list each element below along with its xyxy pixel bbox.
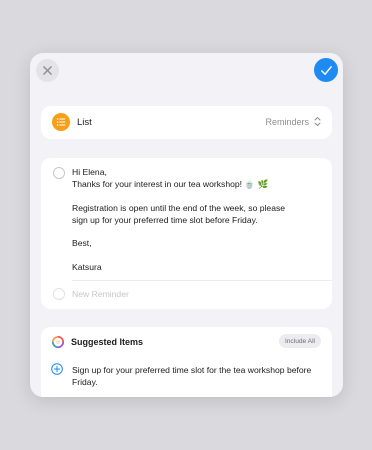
reminder-line	[72, 226, 320, 238]
checkmark-icon	[320, 65, 332, 75]
list-bullet-icon	[52, 113, 70, 131]
reminder-text-field[interactable]: Hi Elena, Thanks for your interest in ou…	[72, 167, 320, 274]
reminder-line: Thanks for your interest in our tea work…	[72, 178, 269, 189]
reminder-line: Best,	[72, 238, 92, 249]
list-value[interactable]: Reminders	[265, 117, 309, 127]
close-icon	[43, 66, 52, 75]
include-all-button[interactable]: Include All	[278, 334, 321, 348]
reminder-line: Katsura	[72, 262, 102, 273]
suggested-items-card: Suggested Items Include All Sign up for …	[41, 327, 332, 397]
suggestion-sparkle-icon	[52, 336, 64, 348]
new-reminder-sheet: List Reminders Hi Elena, Thanks for your…	[30, 53, 343, 397]
suggested-items-title: Suggested Items	[71, 337, 144, 347]
new-reminder-checkbox	[53, 288, 65, 300]
suggested-item-text: Sign up for your preferred time slot for…	[72, 365, 312, 387]
reminder-line: Hi Elena,	[72, 167, 107, 177]
add-suggestion-icon[interactable]	[51, 363, 63, 375]
done-button[interactable]	[314, 58, 338, 82]
reminder-line	[72, 250, 320, 262]
list-label: List	[77, 117, 92, 128]
divider	[72, 280, 332, 281]
reminder-line	[72, 191, 320, 203]
new-reminder-input[interactable]: New Reminder	[72, 289, 129, 299]
close-button[interactable]	[36, 59, 59, 82]
reminder-checkbox[interactable]	[53, 167, 65, 179]
reminder-card: Hi Elena, Thanks for your interest in ou…	[41, 158, 332, 309]
list-selector[interactable]: List Reminders	[41, 106, 332, 139]
chevron-up-down-icon	[314, 117, 321, 126]
reminder-line: Registration is open until the end of th…	[72, 202, 286, 213]
reminder-line: sign up for your preferred time slot bef…	[72, 214, 258, 225]
